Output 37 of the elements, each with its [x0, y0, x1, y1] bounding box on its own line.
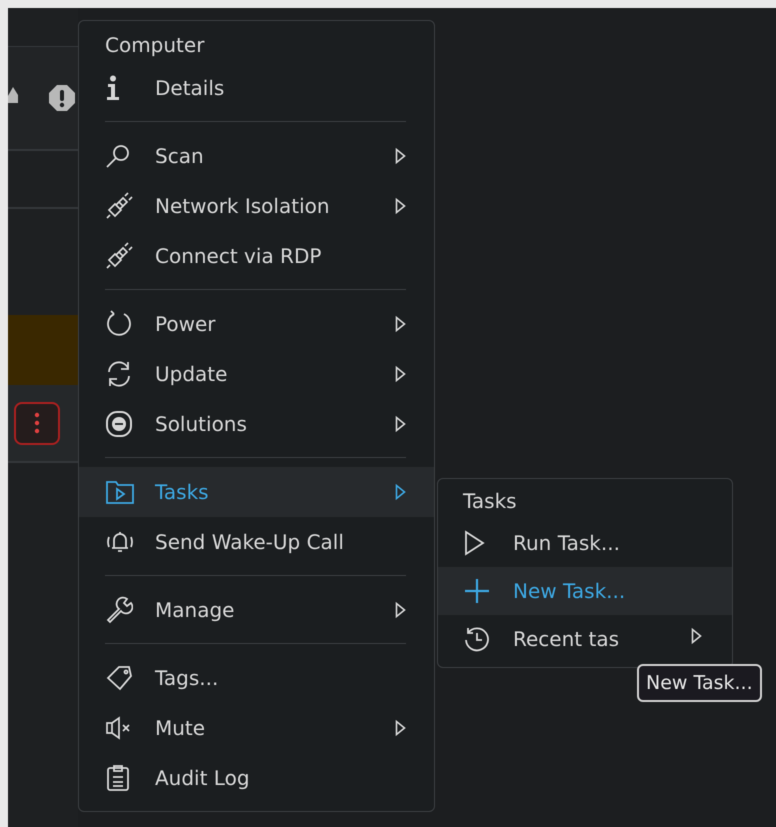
wrench-icon [105, 596, 133, 624]
plug-icon [105, 192, 133, 220]
menu-item[interactable]: Send Wake-Up Call [79, 517, 434, 567]
menu-item[interactable]: Update [79, 349, 434, 399]
menu-title: Tasks [462, 488, 518, 515]
dots-icon [34, 412, 40, 434]
menu-item[interactable]: Details [79, 63, 434, 113]
warning-icon [8, 85, 18, 105]
info-icon [105, 75, 121, 101]
menu-item[interactable]: Run Task... [438, 519, 732, 567]
circular-arrow-icon [105, 310, 133, 338]
menu-title: Computer [104, 32, 206, 59]
plus-icon [463, 577, 491, 605]
refresh-icon [105, 360, 133, 388]
menu-item[interactable]: Power [79, 299, 434, 349]
menu-item[interactable]: Network Isolation [79, 181, 434, 231]
more-button[interactable] [14, 402, 60, 444]
history-icon [463, 625, 491, 653]
menu-item[interactable]: Recent tas [438, 615, 732, 663]
folder-icon [105, 479, 135, 505]
menu-item[interactable]: Audit Log [79, 753, 434, 803]
menu-item[interactable]: Mute [79, 703, 434, 753]
play-icon [463, 530, 485, 556]
menu-item[interactable]: Scan [79, 131, 434, 181]
highlighted-row [8, 315, 78, 385]
menu-item[interactable]: Manage [79, 585, 434, 635]
menu-item[interactable]: New Task... [438, 567, 732, 615]
menu-item[interactable]: Connect via RDP [79, 231, 434, 281]
tooltip: New Task... [637, 664, 762, 702]
menu-item[interactable]: Tasks [79, 467, 434, 517]
search-icon [105, 143, 131, 169]
menu-item[interactable]: Solutions [79, 399, 434, 449]
clipboard-icon [105, 764, 131, 792]
menu-item[interactable]: Tags... [79, 653, 434, 703]
round-badge-icon [105, 410, 133, 438]
plug-icon [105, 242, 133, 270]
tag-icon [105, 664, 133, 692]
